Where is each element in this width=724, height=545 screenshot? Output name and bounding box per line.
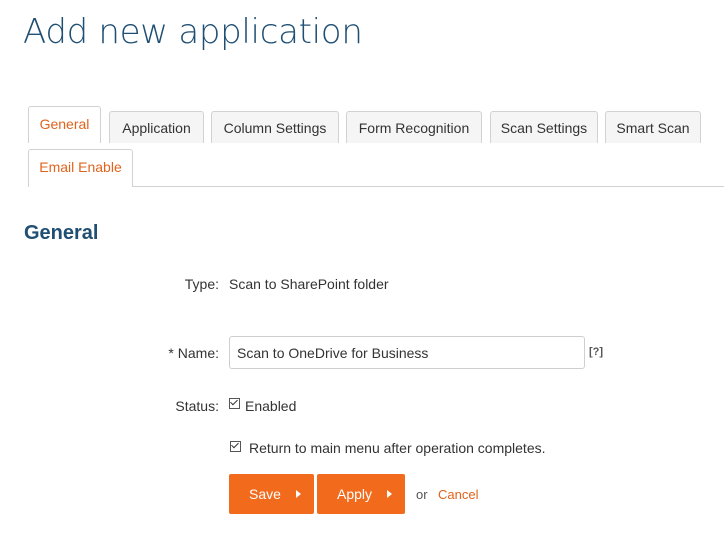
- tab-column-settings[interactable]: Column Settings: [211, 111, 339, 143]
- type-label: Type:: [184, 276, 219, 292]
- tab-general[interactable]: General: [28, 106, 101, 143]
- save-button[interactable]: Save: [229, 474, 314, 514]
- chevron-right-icon: [296, 490, 301, 498]
- name-input[interactable]: [229, 336, 585, 369]
- enabled-label: Enabled: [245, 398, 297, 414]
- status-label: Status:: [175, 398, 219, 414]
- tab-application[interactable]: Application: [109, 111, 204, 143]
- apply-button-label: Apply: [337, 486, 373, 502]
- tab-email-enable[interactable]: Email Enable: [28, 149, 133, 187]
- checkmark-icon: [230, 397, 238, 406]
- return-to-menu-label: Return to main menu after operation comp…: [249, 440, 546, 456]
- return-to-menu-checkbox[interactable]: [230, 440, 241, 452]
- cancel-link[interactable]: Cancel: [438, 487, 478, 502]
- or-text: or: [416, 487, 428, 502]
- tab-scan-settings[interactable]: Scan Settings: [490, 111, 598, 143]
- chevron-right-icon: [387, 490, 392, 498]
- save-button-label: Save: [249, 486, 281, 502]
- type-value: Scan to SharePoint folder: [229, 276, 389, 292]
- help-link[interactable]: [?]: [589, 346, 603, 358]
- tab-form-recognition[interactable]: Form Recognition: [346, 111, 482, 143]
- apply-button[interactable]: Apply: [317, 474, 405, 514]
- section-heading: General: [24, 222, 99, 244]
- enabled-checkbox[interactable]: [229, 397, 240, 409]
- page-title: Add new application: [23, 12, 363, 52]
- tab-smart-scan[interactable]: Smart Scan: [605, 111, 701, 143]
- checkmark-icon: [231, 440, 239, 449]
- name-label: * Name:: [168, 345, 219, 361]
